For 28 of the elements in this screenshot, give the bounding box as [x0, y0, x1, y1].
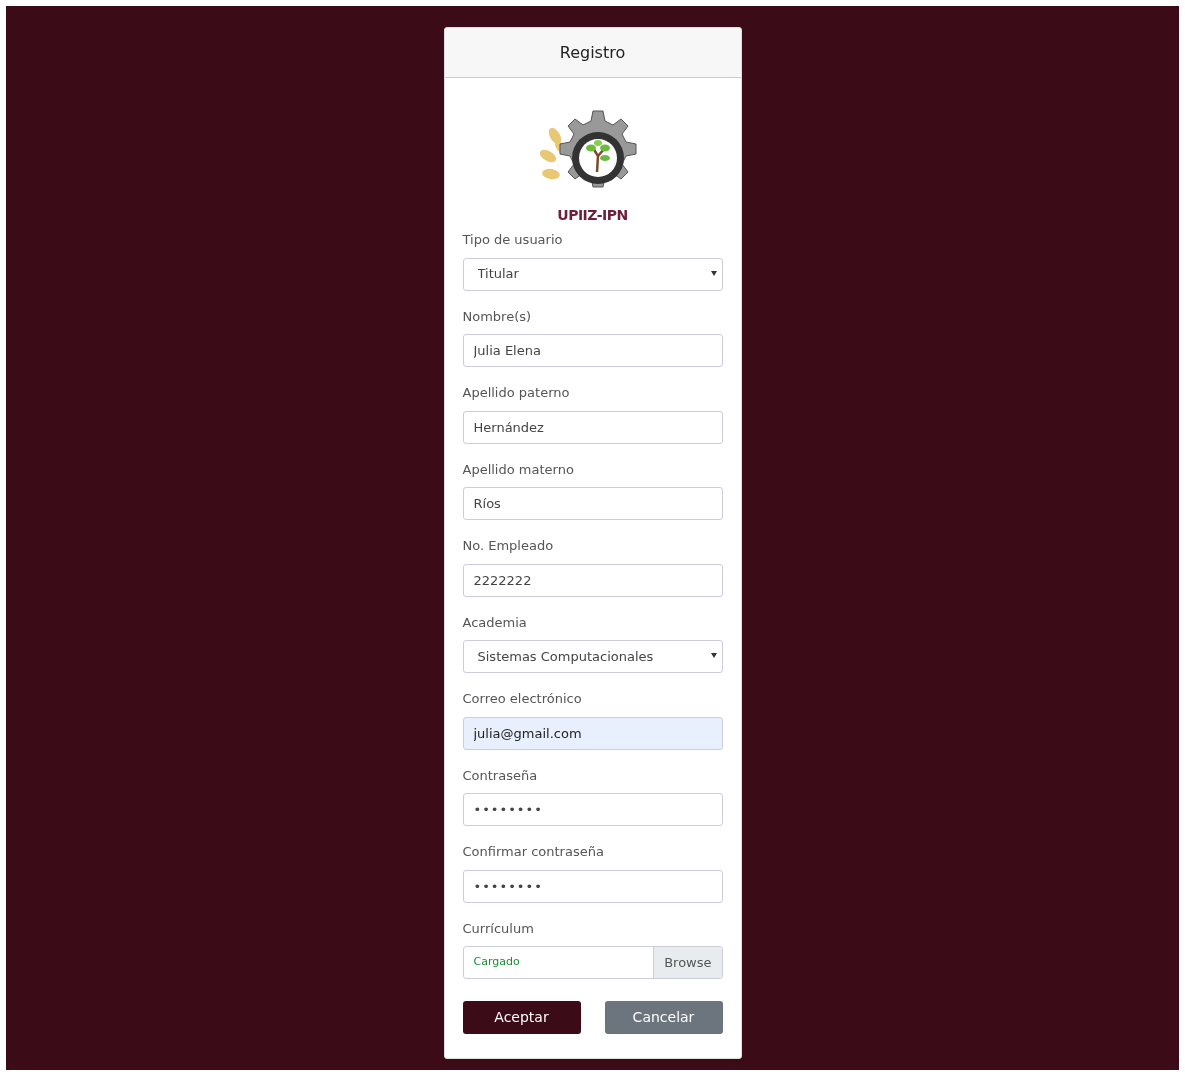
logo-text: UPIIZ-IPN	[557, 208, 628, 222]
field-label: No. Empleado	[462, 537, 555, 555]
field-label: Currículum	[462, 919, 535, 938]
input-field[interactable]: julia@gmail.com	[462, 716, 723, 750]
field-label: Correo electrónico	[462, 690, 583, 708]
field-label: Apellido materno	[462, 460, 575, 479]
dropdown-caret-icon	[710, 270, 717, 276]
input-field[interactable]: Hernández	[462, 410, 723, 444]
file-status: Cargado	[472, 954, 521, 971]
browse-button[interactable]: Browse	[653, 947, 722, 978]
file-input[interactable]: Cargado Browse	[462, 946, 723, 979]
field-label: Academia	[462, 613, 528, 632]
field-label: Tipo de usuario	[462, 231, 564, 249]
field-label: Apellido paterno	[462, 384, 571, 402]
accept-button[interactable]: Aceptar	[462, 1001, 581, 1034]
field-label: Confirmar contraseña	[462, 843, 605, 861]
input-field[interactable]: Ríos	[462, 487, 723, 520]
card-title: Registro	[444, 28, 741, 78]
dropdown-caret-icon	[710, 653, 717, 658]
password-field[interactable]: ••••••••	[462, 869, 723, 903]
password-field[interactable]: ••••••••	[462, 793, 723, 826]
select-field[interactable]: Sistemas Computacionales	[462, 640, 723, 673]
cancel-button[interactable]: Cancelar	[604, 1001, 723, 1034]
field-label: Contraseña	[462, 766, 539, 785]
input-field[interactable]: Julia Elena	[462, 334, 723, 367]
field-label: Nombre(s)	[462, 307, 533, 326]
input-field[interactable]: 2222222	[462, 563, 723, 597]
select-field[interactable]: Titular	[462, 257, 723, 291]
